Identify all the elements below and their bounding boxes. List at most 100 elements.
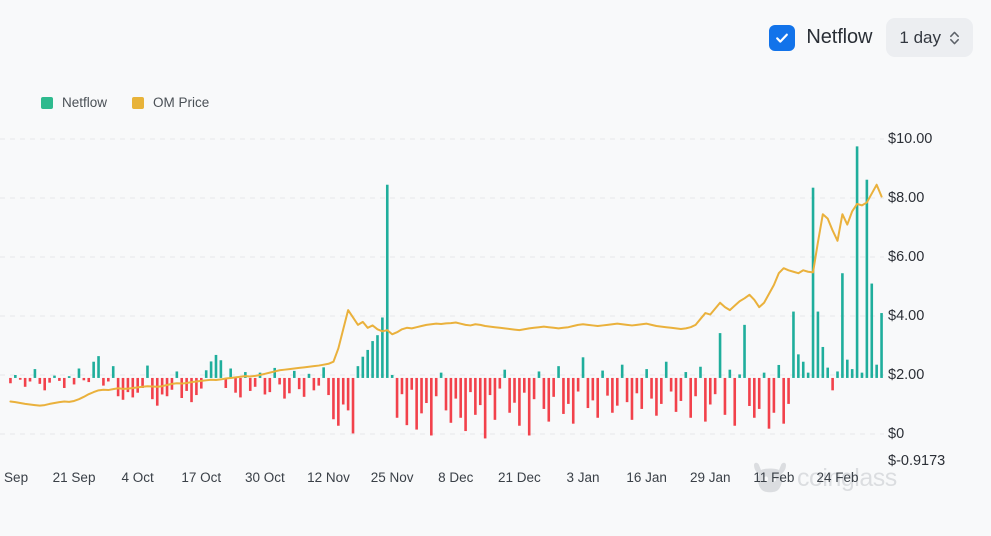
y-axis-tick-label: $10.00 — [888, 131, 932, 147]
netflow-bar — [58, 378, 61, 381]
netflow-bar — [680, 378, 683, 401]
netflow-checkbox-toggle[interactable]: Netflow — [769, 25, 872, 51]
x-axis-tick-label: 24 Feb — [816, 470, 858, 485]
netflow-bar — [317, 378, 320, 386]
y-axis-tick-label: $8.00 — [888, 190, 924, 206]
netflow-bar — [156, 378, 159, 406]
netflow-bar — [856, 146, 859, 378]
y-axis-tick-label: $-0.9173 — [888, 453, 945, 469]
x-axis-tick-label: 21 Dec — [498, 470, 541, 485]
netflow-bar — [185, 378, 188, 391]
netflow-bar — [73, 378, 76, 384]
netflow-bar — [508, 378, 511, 413]
netflow-bar — [127, 378, 130, 392]
netflow-bar — [743, 325, 746, 378]
netflow-bar — [636, 378, 639, 393]
netflow-bar — [822, 347, 825, 378]
netflow-bar — [229, 369, 232, 378]
netflow-bar — [797, 354, 800, 378]
netflow-bar — [645, 369, 648, 378]
legend-item-om-price[interactable]: OM Price — [132, 95, 209, 110]
netflow-bar — [166, 378, 169, 396]
x-axis-tick-label: 16 Jan — [626, 470, 667, 485]
chart-legend: Netflow OM Price — [41, 95, 209, 110]
netflow-bar — [538, 371, 541, 377]
netflow-bar — [479, 378, 482, 405]
netflow-bar — [425, 378, 428, 403]
netflow-bar — [861, 373, 864, 378]
legend-item-netflow[interactable]: Netflow — [41, 95, 107, 110]
netflow-bar — [362, 357, 365, 378]
netflow-bar — [430, 378, 433, 436]
netflow-bar — [601, 371, 604, 378]
netflow-bar — [435, 378, 438, 396]
netflow-bar — [53, 376, 56, 378]
netflow-bar — [298, 378, 301, 389]
netflow-bar — [43, 378, 46, 390]
netflow-bar — [665, 362, 668, 378]
netflow-bar — [587, 378, 590, 408]
x-axis-tick-label: 4 Oct — [122, 470, 154, 485]
netflow-bar — [454, 378, 457, 399]
netflow-bar — [293, 371, 296, 378]
netflow-bar — [303, 378, 306, 397]
netflow-bar — [308, 374, 311, 378]
netflow-bar — [880, 313, 883, 378]
netflow-bar — [557, 366, 560, 378]
interval-select[interactable]: 1 day — [886, 18, 973, 57]
x-axis-tick-label: 12 Nov — [307, 470, 350, 485]
netflow-bar — [611, 378, 614, 413]
legend-label-om-price: OM Price — [153, 95, 209, 110]
netflow-bar — [866, 180, 869, 378]
netflow-bar — [773, 378, 776, 413]
netflow-bar — [371, 341, 374, 378]
netflow-chart-widget: Netflow 1 day Netflow OM Price — [0, 0, 991, 536]
y-axis-tick-label: $4.00 — [888, 308, 924, 324]
netflow-bar — [459, 378, 462, 418]
chart-plot-area[interactable]: coinglass — [0, 125, 991, 465]
netflow-bar — [660, 378, 663, 404]
netflow-bar — [151, 378, 154, 399]
netflow-bar — [626, 378, 629, 402]
netflow-bar — [699, 367, 702, 378]
netflow-checkbox[interactable] — [769, 25, 795, 51]
netflow-bar — [777, 365, 780, 378]
netflow-bar — [117, 378, 120, 396]
netflow-bar — [640, 378, 643, 409]
netflow-bar — [621, 365, 624, 378]
netflow-bar — [254, 378, 257, 387]
netflow-bar — [215, 355, 218, 378]
netflow-bar — [19, 378, 22, 380]
netflow-bar — [724, 378, 727, 415]
netflow-bar — [826, 368, 829, 378]
x-axis-tick-label: 8 Sep — [0, 470, 28, 485]
netflow-bar — [528, 378, 531, 436]
netflow-bar — [415, 378, 418, 430]
netflow-bar — [782, 378, 785, 424]
netflow-bar — [543, 378, 546, 409]
netflow-bar — [733, 378, 736, 426]
netflow-bar — [112, 366, 115, 378]
netflow-bar — [758, 378, 761, 409]
netflow-bar — [484, 378, 487, 438]
netflow-bar — [264, 378, 267, 395]
netflow-bar — [719, 333, 722, 378]
netflow-bar — [670, 378, 673, 392]
netflow-bar — [180, 378, 183, 398]
x-axis-tick-label: 25 Nov — [371, 470, 414, 485]
netflow-bar — [562, 378, 565, 414]
netflow-bar — [376, 335, 379, 378]
netflow-bar — [523, 378, 526, 393]
netflow-bar — [870, 284, 873, 378]
netflow-bar — [831, 378, 834, 390]
netflow-bar — [841, 273, 844, 378]
x-axis-labels: 8 Sep21 Sep4 Oct17 Oct30 Oct12 Nov25 Nov… — [0, 470, 991, 498]
netflow-bar — [396, 378, 399, 418]
netflow-bar — [146, 366, 149, 378]
netflow-bar — [97, 356, 100, 378]
legend-swatch-netflow — [41, 97, 53, 109]
netflow-bar — [200, 378, 203, 389]
netflow-bar — [469, 378, 472, 392]
netflow-bar — [513, 378, 516, 403]
netflow-bar — [24, 378, 27, 387]
